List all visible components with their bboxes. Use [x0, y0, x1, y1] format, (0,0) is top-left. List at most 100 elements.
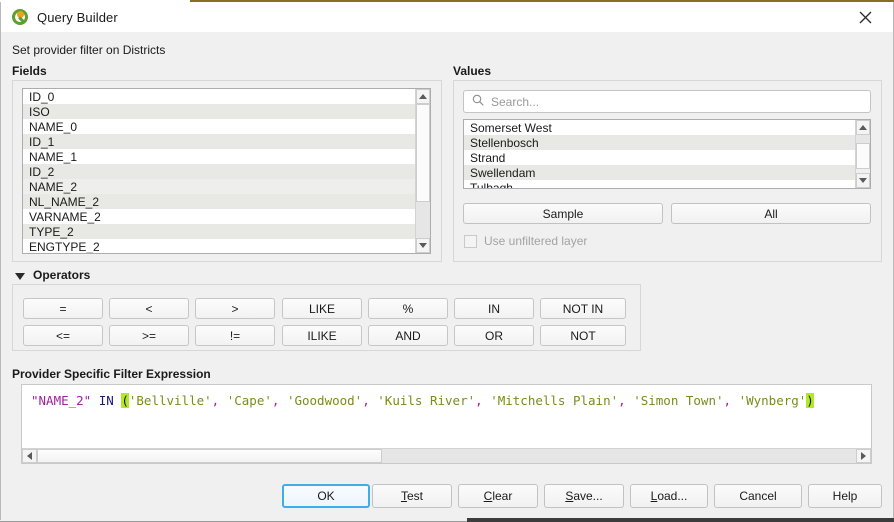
help-button[interactable]: Help — [808, 484, 882, 508]
button-label: Cancel — [739, 489, 776, 503]
fields-list-item[interactable]: TYPE_2 — [23, 224, 415, 239]
fields-list-item[interactable]: ID_1 — [23, 134, 415, 149]
button-label: Help — [833, 489, 858, 503]
values-list-item[interactable]: Swellendam — [464, 165, 855, 180]
expression-label: Provider Specific Filter Expression — [12, 367, 211, 381]
fields-list-item[interactable]: NAME_1 — [23, 149, 415, 164]
operator-button-not[interactable]: NOT — [540, 325, 626, 346]
expression-token: , — [362, 393, 370, 408]
operator-button-label: > — [231, 302, 238, 316]
values-scroll-thumb[interactable] — [856, 143, 870, 169]
fields-list[interactable]: ID_0ISONAME_0ID_1NAME_1ID_2NAME_2NL_NAME… — [22, 88, 431, 254]
button-label: OK — [317, 489, 334, 503]
fields-vertical-scrollbar[interactable] — [415, 89, 430, 253]
values-label: Values — [453, 64, 491, 78]
values-list-item[interactable]: Somerset West — [464, 120, 855, 135]
fields-label: Fields — [12, 64, 47, 78]
scroll-right-arrow-icon[interactable] — [856, 449, 871, 463]
expression-scroll-thumb[interactable] — [37, 449, 382, 463]
values-list[interactable]: Somerset WestStellenboschStrandSwellenda… — [463, 119, 871, 189]
operator-button-ilike[interactable]: ILIKE — [282, 325, 362, 346]
operator-button-label: AND — [395, 329, 420, 343]
operator-button-label: IN — [488, 302, 500, 316]
operator-button-label: < — [145, 302, 152, 316]
scroll-left-arrow-icon[interactable] — [22, 449, 37, 463]
close-icon[interactable] — [843, 2, 887, 32]
button-label: Save... — [565, 489, 602, 503]
window-bottom-edge — [0, 517, 894, 522]
all-button-label: All — [764, 207, 777, 221]
operator-button-and[interactable]: AND — [368, 325, 448, 346]
fields-list-item[interactable]: NAME_0 — [23, 119, 415, 134]
operator-button-[interactable]: = — [23, 298, 103, 319]
load-button[interactable]: Load... — [630, 484, 708, 508]
operator-button-in[interactable]: IN — [454, 298, 534, 319]
operators-label: Operators — [33, 268, 90, 282]
expression-token: 'Goodwood' — [287, 393, 362, 408]
ok-button[interactable]: OK — [282, 484, 370, 508]
sample-button-label: Sample — [543, 207, 584, 221]
operator-button-label: != — [230, 329, 240, 343]
expression-horizontal-scrollbar[interactable] — [22, 448, 871, 463]
fields-list-item[interactable]: ENGTYPE_2 — [23, 239, 415, 254]
cancel-button[interactable]: Cancel — [714, 484, 802, 508]
fields-list-item[interactable]: NL_NAME_2 — [23, 194, 415, 209]
sample-button[interactable]: Sample — [463, 203, 663, 224]
values-list-item[interactable]: Strand — [464, 150, 855, 165]
scroll-down-arrow-icon[interactable] — [416, 238, 430, 253]
fields-list-item[interactable]: ISO — [23, 104, 415, 119]
fields-list-item[interactable]: VARNAME_2 — [23, 209, 415, 224]
operator-button-or[interactable]: OR — [454, 325, 534, 346]
scroll-up-arrow-icon[interactable] — [416, 89, 430, 104]
expression-token: , — [475, 393, 483, 408]
operator-button-[interactable]: < — [109, 298, 189, 319]
values-search-box[interactable]: Search... — [463, 90, 871, 113]
scroll-up-arrow-icon[interactable] — [856, 120, 870, 135]
fields-list-item[interactable]: NAME_2 — [23, 179, 415, 194]
values-vertical-scrollbar[interactable] — [855, 120, 870, 188]
operator-button-[interactable]: >= — [109, 325, 189, 346]
test-button[interactable]: Test — [372, 484, 452, 508]
operator-button-[interactable]: <= — [23, 325, 103, 346]
button-label: Test — [401, 489, 423, 503]
values-scroll-track-top[interactable] — [856, 135, 870, 143]
values-list-item[interactable]: Stellenbosch — [464, 135, 855, 150]
expression-token: 'Cape' — [227, 393, 272, 408]
expression-token — [279, 393, 287, 408]
operator-button-label: % — [403, 302, 414, 316]
expression-scroll-track[interactable] — [382, 449, 856, 463]
filter-expression-editor[interactable]: "NAME_2" IN ('Bellville', 'Cape', 'Goodw… — [21, 384, 872, 464]
use-unfiltered-layer-checkbox[interactable]: Use unfiltered layer — [464, 234, 587, 248]
fields-list-item[interactable]: ID_0 — [23, 89, 415, 104]
values-list-item[interactable]: Tulbagh — [464, 180, 855, 189]
button-label: Load... — [651, 489, 688, 503]
operator-button-[interactable]: % — [368, 298, 448, 319]
operator-button-not-in[interactable]: NOT IN — [540, 298, 626, 319]
fields-scroll-track[interactable] — [416, 202, 430, 238]
qgis-logo-icon — [12, 9, 28, 25]
all-button[interactable]: All — [671, 203, 871, 224]
operator-button-[interactable]: != — [195, 325, 275, 346]
operator-button-label: NOT — [570, 329, 595, 343]
operator-button-label: <= — [56, 329, 70, 343]
expression-token — [219, 393, 227, 408]
chevron-down-icon[interactable] — [15, 273, 25, 280]
use-unfiltered-layer-label: Use unfiltered layer — [484, 234, 587, 248]
expression-token: 'Simon Town' — [633, 393, 723, 408]
clear-button[interactable]: Clear — [458, 484, 538, 508]
fields-list-item[interactable]: ID_2 — [23, 164, 415, 179]
dialog-subtitle: Set provider filter on Districts — [12, 43, 165, 57]
save-button[interactable]: Save... — [544, 484, 624, 508]
checkbox-box-icon — [464, 235, 477, 248]
filter-expression-text: "NAME_2" IN ('Bellville', 'Cape', 'Goodw… — [31, 393, 814, 408]
fields-scroll-thumb[interactable] — [416, 104, 430, 202]
operator-button-[interactable]: > — [195, 298, 275, 319]
operator-button-label: = — [59, 302, 66, 316]
expression-token: IN — [99, 393, 114, 408]
query-builder-dialog: Query Builder Set provider filter on Dis… — [0, 0, 894, 522]
operator-button-like[interactable]: LIKE — [282, 298, 362, 319]
expression-token: ( — [121, 393, 129, 408]
scroll-down-arrow-icon[interactable] — [856, 173, 870, 188]
expression-token: 'Wynberg' — [739, 393, 807, 408]
expression-token — [731, 393, 739, 408]
